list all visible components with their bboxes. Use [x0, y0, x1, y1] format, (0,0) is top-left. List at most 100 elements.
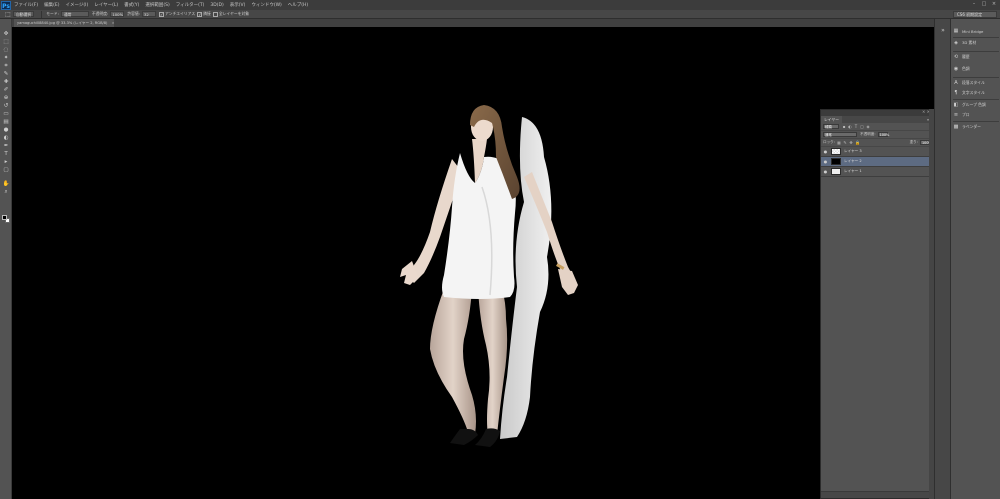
properties-icon: ≡	[953, 112, 959, 118]
tab-layers[interactable]: レイヤー	[821, 116, 843, 123]
menu-help[interactable]: ヘルプ(H)	[288, 2, 308, 8]
layer-row[interactable]: ● レイヤー 2	[821, 157, 932, 167]
zoom-tool[interactable]: ⌕	[2, 189, 10, 196]
tools-panel: ✥ ⬚ ◌ ✦ ⌗ ✎ ✚ ✐ ⊕ ↺ ▭ ▤ ● ◐ ✒ T ▸ ▢ ✋ ⌕	[0, 19, 12, 499]
marquee-tool-icon[interactable]: ⬚	[3, 11, 13, 18]
photoshop-logo-icon: Ps	[1, 0, 11, 10]
eraser-tool[interactable]: ▭	[2, 111, 10, 118]
panel-button-color[interactable]: ◉ 色調	[953, 65, 999, 73]
foreground-color-swatch[interactable]	[2, 215, 7, 220]
menu-edit[interactable]: 編集(E)	[44, 2, 59, 8]
adjustments-icon: ◧	[953, 102, 959, 108]
eyedropper-tool[interactable]: ✎	[2, 71, 10, 78]
menu-3d[interactable]: 3D(D)	[210, 3, 223, 8]
panel-button-swatches[interactable]: ▩ ラベンダー	[953, 123, 999, 131]
menu-bar: Ps ファイル(F) 編集(E) イメージ(I) レイヤー(L) 書式(Y) 選…	[0, 0, 1000, 10]
history-brush-tool[interactable]: ↺	[2, 103, 10, 110]
healing-tool[interactable]: ✚	[2, 79, 10, 86]
move-tool[interactable]: ✥	[2, 31, 10, 38]
type-tool[interactable]: T	[2, 151, 10, 158]
right-hand	[558, 269, 578, 295]
contiguous-checkbox[interactable]: ✓	[197, 11, 203, 17]
layers-footer	[821, 491, 932, 498]
blend-mode-select[interactable]: 通常	[823, 132, 857, 137]
filter-type-icon[interactable]: T	[854, 124, 858, 129]
history-icon: ⟲	[953, 54, 959, 60]
filter-shape-icon[interactable]: ▢	[860, 124, 864, 129]
panel-button-properties[interactable]: ≡ プロ	[953, 111, 999, 119]
lock-image-icon[interactable]: ✎	[843, 140, 847, 145]
panel-button-character-style[interactable]: A 段落スタイル	[953, 79, 999, 87]
marquee-tool[interactable]: ⬚	[2, 39, 10, 46]
menu-type[interactable]: 書式(Y)	[124, 2, 139, 8]
lasso-tool[interactable]: ◌	[2, 47, 10, 54]
opacity-label: 不透明度:	[91, 11, 109, 16]
quick-select-tool[interactable]: ✦	[2, 55, 10, 62]
tolerance-input[interactable]: 32	[142, 11, 156, 17]
document-canvas[interactable]	[12, 27, 934, 499]
visibility-eye-icon[interactable]: ●	[823, 169, 828, 174]
menu-layer[interactable]: レイヤー(L)	[94, 2, 118, 8]
divider	[953, 99, 999, 100]
divider	[953, 51, 999, 52]
panel-label: グループ 色調	[962, 102, 986, 107]
panel-button-adjustments[interactable]: ◧ グループ 色調	[953, 101, 999, 109]
clone-stamp-tool[interactable]: ⊕	[2, 95, 10, 102]
opacity-input[interactable]: 100%	[110, 11, 125, 17]
menu-select[interactable]: 選択範囲(S)	[145, 2, 169, 8]
maximize-icon[interactable]: □	[980, 1, 988, 8]
filter-pixel-icon[interactable]: ▪	[842, 124, 846, 129]
expand-panels-icon[interactable]: »	[939, 27, 947, 35]
gradient-tool[interactable]: ▤	[2, 119, 10, 126]
panel-button-history[interactable]: ⟲ 履歴	[953, 53, 999, 61]
sample-all-checkbox[interactable]	[212, 11, 218, 17]
layer-row[interactable]: ● レイヤー 3	[821, 147, 932, 157]
layer-list: ● レイヤー 3 ● レイヤー 2 ● レイヤー 1	[821, 147, 932, 177]
lock-all-icon[interactable]: 🔒	[855, 140, 860, 145]
swatches-icon: ▩	[953, 124, 959, 130]
layers-tab-bar: レイヤー ≡	[821, 116, 932, 123]
pen-tool[interactable]: ✒	[2, 143, 10, 150]
tool-preset-select[interactable]: 自動選択	[13, 11, 35, 17]
menu-window[interactable]: ウィンドウ(W)	[251, 2, 281, 8]
document-tab[interactable]: yamaguchi08840.jpg @ 33.3% (レイヤー 2, RGB/…	[14, 19, 114, 27]
lock-transparent-icon[interactable]: ▦	[837, 140, 841, 145]
path-select-tool[interactable]: ▸	[2, 159, 10, 166]
minimize-icon[interactable]: –	[970, 1, 978, 8]
layer-row[interactable]: ● レイヤー 1	[821, 167, 932, 177]
panel-button-3d-material[interactable]: ◈ 3D 素材	[953, 39, 999, 47]
panel-label: ラベンダー	[962, 124, 981, 129]
panel-label: プロ	[962, 112, 970, 117]
3d-material-icon: ◈	[954, 40, 958, 46]
dodge-tool[interactable]: ◐	[2, 135, 10, 142]
tab-close-icon[interactable]: ×	[112, 21, 114, 25]
options-bar: ⬚ 自動選択 モード: 通常 不透明度: 100% 許容値: 32 ✓ アンチエ…	[0, 10, 1000, 19]
mode-label: モード:	[46, 11, 59, 16]
panel-button-paragraph-style[interactable]: ¶ 文字スタイル	[953, 89, 999, 97]
antialias-checkbox[interactable]: ✓	[159, 11, 164, 17]
brush-tool[interactable]: ✐	[2, 87, 10, 94]
filter-smart-object-icon[interactable]: ◈	[866, 124, 870, 129]
menu-image[interactable]: イメージ(I)	[65, 2, 88, 8]
mode-select[interactable]: 通常	[60, 11, 89, 17]
visibility-eye-icon[interactable]: ●	[823, 149, 828, 154]
blur-tool[interactable]: ●	[2, 127, 10, 134]
fill-label: 塗り:	[909, 140, 918, 144]
hand-tool[interactable]: ✋	[2, 181, 10, 188]
menu-filter[interactable]: フィルター(T)	[176, 2, 205, 8]
visibility-eye-icon[interactable]: ●	[823, 159, 828, 164]
crop-tool[interactable]: ⌗	[2, 63, 10, 70]
paragraph-style-icon: ¶	[954, 90, 958, 96]
close-icon[interactable]: ×	[990, 1, 998, 8]
filter-kind-select[interactable]: 種類	[823, 124, 839, 129]
panel-button-mini-bridge[interactable]: ▦ Mini Bridge	[953, 27, 999, 35]
panel-label: 履歴	[962, 54, 970, 59]
lock-position-icon[interactable]: ✥	[849, 140, 853, 145]
layer-opacity-input[interactable]: 100%	[877, 132, 889, 137]
menu-file[interactable]: ファイル(F)	[14, 2, 38, 8]
window-controls: – □ ×	[970, 1, 998, 8]
menu-view[interactable]: 表示(V)	[230, 2, 246, 8]
shape-tool[interactable]: ▢	[2, 167, 10, 174]
workspace-select[interactable]: CS6 初期設定	[953, 11, 997, 18]
filter-adjustment-icon[interactable]: ◐	[848, 124, 852, 129]
